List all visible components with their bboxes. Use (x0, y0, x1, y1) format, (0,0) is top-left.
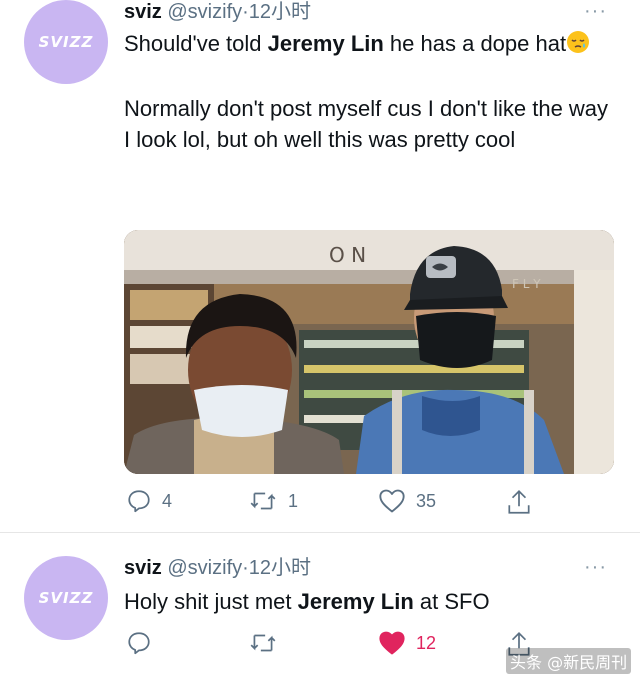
reply-button[interactable]: 4 (126, 488, 172, 514)
like-count: 12 (416, 632, 437, 653)
tweet-1[interactable]: SVIZZ sviz @svizify·12小时 ··· Should've t… (0, 0, 640, 532)
tweet-text-paragraph: Normally don't post myself cus I don't l… (124, 96, 609, 152)
heart-icon (379, 489, 405, 513)
retweet-count: 1 (288, 490, 299, 511)
reply-icon (128, 490, 150, 513)
retweet-icon (250, 492, 276, 510)
reply-count: 4 (162, 490, 173, 511)
tweet-text-part: he has a dope hat (383, 31, 567, 56)
photo-sign-text-right: F L Y (512, 277, 541, 291)
avatar-logo: SVIZZ (38, 589, 94, 607)
retweet-button[interactable]: 1 (248, 488, 298, 514)
more-options-icon[interactable]: ··· (584, 1, 607, 21)
tweet-text-bold: Jeremy Lin (297, 589, 414, 614)
separator-dot: · (242, 557, 249, 579)
display-name[interactable]: sviz (124, 1, 162, 23)
avatar-logo: SVIZZ (38, 33, 94, 51)
tweet-text-bold: Jeremy Lin (267, 31, 384, 56)
share-icon (508, 490, 530, 514)
like-button[interactable]: 12 (378, 630, 436, 656)
sleepy-face-icon (566, 30, 590, 62)
tweet-divider (0, 532, 640, 533)
timestamp[interactable]: 12小时 (249, 557, 311, 579)
share-button[interactable] (506, 488, 532, 516)
tweet-text-part: Holy shit just met (124, 589, 298, 614)
tweet-text-part: at SFO (413, 589, 490, 614)
retweet-button[interactable] (248, 630, 288, 656)
tweet-photo[interactable]: O N F L Y (124, 230, 614, 474)
separator-dot: · (242, 1, 249, 23)
like-button[interactable]: 35 (378, 488, 436, 514)
avatar[interactable]: SVIZZ (24, 0, 108, 84)
more-options-icon[interactable]: ··· (584, 557, 607, 577)
retweet-icon (250, 634, 276, 652)
user-handle[interactable]: @svizify (167, 557, 242, 579)
tweet-text: Holy shit just met Jeremy Lin at SFO (124, 586, 614, 617)
avatar[interactable]: SVIZZ (24, 556, 108, 640)
photo-sign-text: O N (329, 243, 366, 267)
photo-illustration: O N F L Y (124, 230, 614, 474)
watermark: 头条 @新民周刊 (506, 648, 632, 674)
tweet-text-part: Should've told (124, 31, 268, 56)
display-name[interactable]: sviz (124, 557, 162, 579)
user-handle[interactable]: @svizify (167, 1, 242, 23)
reply-button[interactable] (126, 630, 162, 656)
tweet-text: Should've told Jeremy Lin he has a dope … (124, 28, 614, 155)
tweet-header: sviz @svizify·12小时 (124, 0, 311, 24)
like-count: 35 (416, 490, 437, 511)
tweet-header: sviz @svizify·12小时 (124, 556, 311, 580)
heart-filled-icon (379, 631, 405, 655)
reply-icon (128, 632, 150, 655)
timestamp[interactable]: 12小时 (249, 1, 311, 23)
tweet-actions: 4 1 35 (124, 488, 604, 518)
